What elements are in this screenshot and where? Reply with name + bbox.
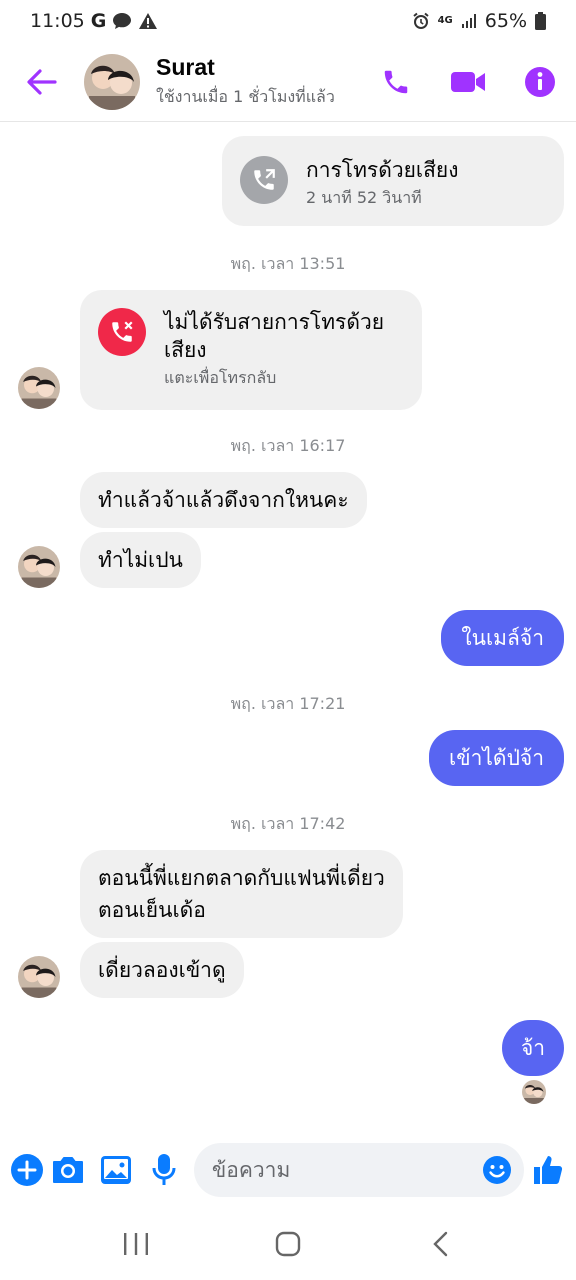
outgoing-call-icon (240, 156, 288, 204)
recent-apps-icon (124, 1233, 148, 1255)
system-nav-bar (0, 1208, 576, 1280)
image-icon (100, 1156, 131, 1184)
smiley-icon (482, 1156, 511, 1184)
alarm-icon (412, 12, 430, 30)
status-left: 11:05 G (30, 10, 158, 32)
camera-icon (52, 1157, 83, 1183)
contact-avatar[interactable] (84, 53, 140, 110)
timestamp: พฤ. เวลา 16:17 (230, 436, 346, 455)
thumbs-up-icon (533, 1156, 563, 1184)
phone-icon (384, 70, 408, 93)
outgoing-message[interactable]: จ้า (502, 1020, 564, 1076)
conversation-header: Surat ใช้งานเมื่อ 1 ชั่วโมงที่แล้ว (0, 42, 576, 122)
chevron-left-icon (433, 1231, 448, 1257)
status-bar: 11:05 G 4G 65% (0, 0, 576, 42)
sender-avatar[interactable] (18, 956, 60, 998)
warning-icon (138, 12, 158, 30)
sender-avatar[interactable] (18, 367, 60, 409)
timestamp: พฤ. เวลา 13:51 (230, 254, 346, 273)
incoming-message[interactable]: เดี่ยวลองเข้าดู (80, 942, 244, 998)
like-button[interactable] (530, 1140, 566, 1200)
signal-icon (461, 13, 477, 29)
missed-call-title-line1: ไม่ได้รับสายการโทรด้วย (164, 310, 385, 334)
sender-avatar[interactable] (18, 546, 60, 588)
message-composer (0, 1132, 576, 1208)
battery-icon (535, 12, 546, 30)
message-line: ตอนเย็นเด้อ (98, 898, 206, 922)
gallery-button[interactable] (92, 1140, 140, 1200)
missed-call-card[interactable]: ไม่ได้รับสายการโทรด้วย เสียง แตะเพื่อโทร… (80, 290, 422, 410)
home-button[interactable] (248, 1214, 328, 1274)
plus-circle-icon (11, 1154, 43, 1186)
incoming-message[interactable]: ทำไม่เปน (80, 532, 201, 588)
more-actions-button[interactable] (10, 1140, 44, 1200)
message-input[interactable] (211, 1158, 480, 1182)
call-duration: 2 นาที 52 วินาที (306, 188, 422, 207)
microphone-icon (152, 1154, 176, 1185)
info-button[interactable] (504, 42, 576, 122)
message-line: ตอนนี้พี่แยกตลาดกับแฟนพี่เดี่ยว (98, 866, 385, 890)
outgoing-message[interactable]: ในเมล์จ้า (441, 610, 564, 666)
video-camera-icon (451, 71, 485, 92)
contact-title[interactable]: Surat ใช้งานเมื่อ 1 ชั่วโมงที่แล้ว (156, 54, 335, 110)
voice-call-button[interactable] (360, 42, 432, 122)
status-right: 4G 65% (412, 10, 546, 32)
video-call-button[interactable] (432, 42, 504, 122)
call-title: การโทรด้วยเสียง (306, 158, 459, 182)
header-actions (360, 42, 576, 122)
home-icon (275, 1231, 301, 1257)
tap-to-call-back: แตะเพื่อโทรกลับ (164, 368, 277, 387)
recent-apps-button[interactable] (96, 1214, 176, 1274)
outgoing-message[interactable]: เข้าได้ป่จ้า (429, 730, 564, 786)
back-arrow-icon (27, 68, 57, 95)
network-type: 4G (437, 15, 453, 26)
back-button[interactable] (0, 42, 84, 122)
nav-back-button[interactable] (400, 1214, 480, 1274)
message-box (193, 1143, 524, 1197)
timestamp: พฤ. เวลา 17:42 (230, 814, 346, 833)
emoji-button[interactable] (480, 1153, 514, 1187)
message-list[interactable]: การโทรด้วยเสียง 2 นาที 52 วินาที พฤ. เวล… (0, 122, 576, 1132)
battery-percent: 65% (484, 10, 527, 32)
chat-bubble-icon (112, 12, 132, 30)
seen-receipt-avatar (522, 1080, 546, 1104)
incoming-message[interactable]: ทำแล้วจ้าแล้วดึงจากใหนคะ (80, 472, 367, 528)
timestamp: พฤ. เวลา 17:21 (230, 694, 346, 713)
call-texts: การโทรด้วยเสียง 2 นาที 52 วินาที (306, 156, 458, 211)
info-icon (525, 66, 555, 97)
camera-button[interactable] (44, 1140, 92, 1200)
missed-call-texts: ไม่ได้รับสายการโทรด้วย เสียง แตะเพื่อโทร… (164, 308, 384, 391)
missed-call-title-line2: เสียง (164, 338, 207, 362)
incoming-message[interactable]: ตอนนี้พี่แยกตลาดกับแฟนพี่เดี่ยว ตอนเย็นเ… (80, 850, 403, 938)
voice-clip-button[interactable] (140, 1140, 188, 1200)
contact-active-status: ใช้งานเมื่อ 1 ชั่วโมงที่แล้ว (156, 86, 335, 106)
voice-call-card[interactable]: การโทรด้วยเสียง 2 นาที 52 วินาที (222, 136, 564, 226)
contact-name: Surat (156, 53, 215, 80)
google-icon: G (90, 10, 107, 32)
missed-call-icon (98, 308, 146, 356)
status-time: 11:05 (30, 10, 85, 32)
